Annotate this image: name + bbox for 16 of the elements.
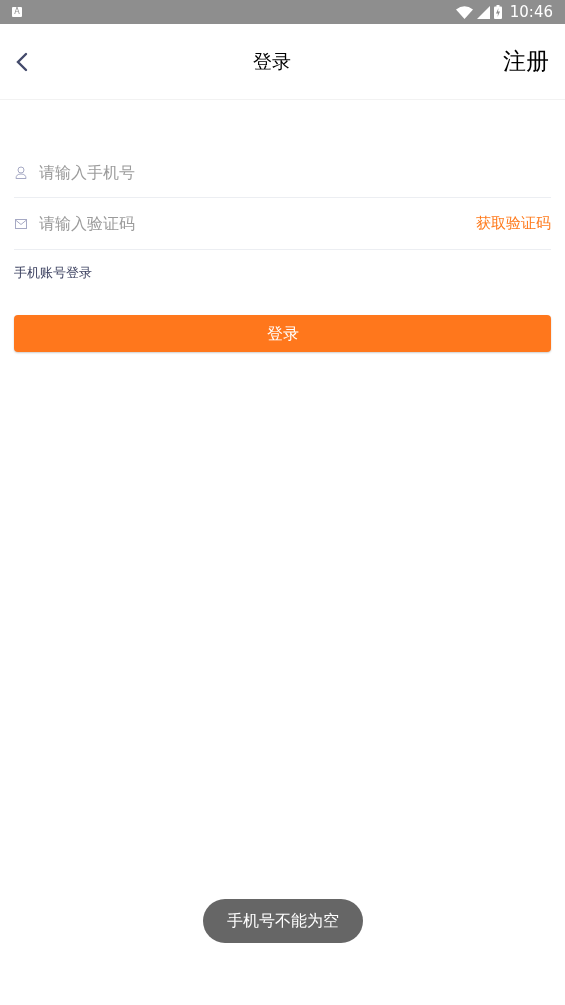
wifi-icon	[455, 5, 473, 19]
user-icon	[15, 166, 27, 179]
code-field[interactable]: 请输入验证码	[39, 211, 476, 236]
back-icon	[16, 51, 28, 72]
phone-field[interactable]: 请输入手机号	[39, 160, 551, 185]
login-mode-label: 手机账号登录	[14, 264, 92, 283]
notification-icon: A	[12, 7, 22, 17]
login-button[interactable]: 登录	[14, 315, 551, 352]
page-title: 登录	[251, 49, 292, 75]
clock: 10:46	[509, 1, 553, 23]
toast: 手机号不能为空	[202, 899, 363, 943]
get-code-button[interactable]: 获取验证码	[476, 212, 551, 235]
mail-icon	[15, 218, 27, 229]
battery-icon	[493, 5, 502, 19]
register-button[interactable]: 注册	[503, 44, 549, 79]
signal-icon	[476, 5, 490, 19]
